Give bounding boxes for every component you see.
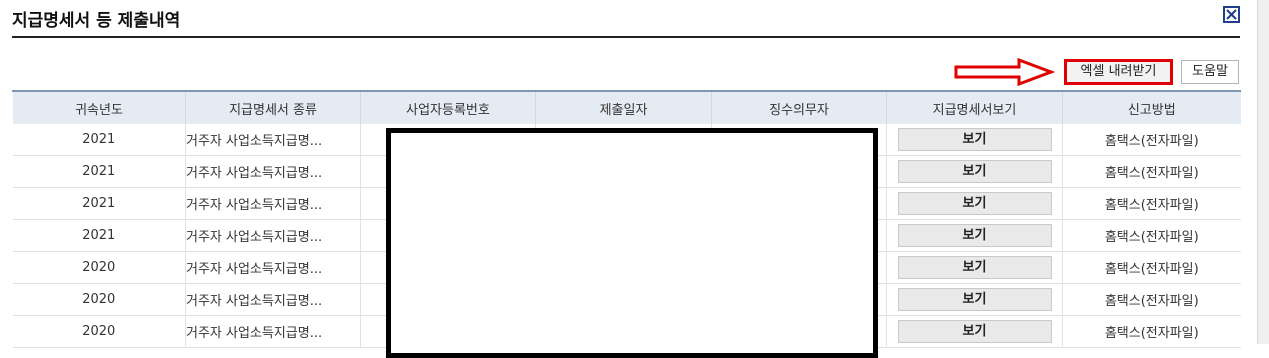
title-divider	[12, 36, 1240, 38]
col-header-bizno[interactable]: 사업자등록번호	[360, 90, 536, 124]
view-cell: 보기	[886, 283, 1063, 316]
view-cell: 보기	[886, 187, 1063, 220]
year-cell: 2020	[12, 315, 186, 348]
col-header-type[interactable]: 지급명세서 종류	[185, 90, 361, 124]
help-button[interactable]: 도움말	[1181, 60, 1239, 84]
method-cell: 홈택스(전자파일)	[1062, 155, 1241, 188]
method-cell: 홈택스(전자파일)	[1062, 187, 1241, 220]
view-button[interactable]: 보기	[897, 320, 1052, 343]
excel-download-button[interactable]: 엑셀 내려받기	[1064, 59, 1173, 85]
method-cell: 홈택스(전자파일)	[1062, 315, 1241, 348]
type-cell[interactable]: 거주자 사업소득지급명...	[185, 219, 361, 252]
close-icon[interactable]	[1223, 6, 1240, 23]
col-header-year[interactable]: 귀속년도	[12, 90, 186, 124]
view-cell: 보기	[886, 124, 1063, 156]
method-cell: 홈택스(전자파일)	[1062, 283, 1241, 316]
type-cell[interactable]: 거주자 사업소득지급명...	[185, 155, 361, 188]
type-cell[interactable]: 거주자 사업소득지급명...	[185, 187, 361, 220]
excel-download-label: 엑셀 내려받기	[1080, 64, 1157, 79]
col-header-view[interactable]: 지급명세서보기	[886, 90, 1063, 124]
year-cell: 2020	[12, 251, 186, 284]
view-cell: 보기	[886, 219, 1063, 252]
view-button[interactable]: 보기	[897, 192, 1052, 215]
view-button[interactable]: 보기	[897, 288, 1052, 311]
table-header-row: 귀속년도 지급명세서 종류 사업자등록번호 제출일자 징수의무자 지급명세서보기…	[12, 90, 1241, 124]
help-label: 도움말	[1192, 64, 1228, 79]
col-header-method[interactable]: 신고방법	[1062, 90, 1241, 124]
type-cell[interactable]: 거주자 사업소득지급명...	[185, 251, 361, 284]
view-cell: 보기	[886, 315, 1063, 348]
year-cell: 2021	[12, 155, 186, 188]
view-button[interactable]: 보기	[897, 160, 1052, 183]
type-cell[interactable]: 거주자 사업소득지급명...	[185, 124, 361, 156]
view-button[interactable]: 보기	[897, 224, 1052, 247]
year-cell: 2021	[12, 187, 186, 220]
method-cell: 홈택스(전자파일)	[1062, 251, 1241, 284]
method-cell: 홈택스(전자파일)	[1062, 124, 1241, 156]
year-cell: 2021	[12, 124, 186, 156]
type-cell[interactable]: 거주자 사업소득지급명...	[185, 283, 361, 316]
type-cell[interactable]: 거주자 사업소득지급명...	[185, 315, 361, 348]
view-button[interactable]: 보기	[897, 256, 1052, 279]
view-cell: 보기	[886, 251, 1063, 284]
col-header-date[interactable]: 제출일자	[535, 90, 712, 124]
method-cell: 홈택스(전자파일)	[1062, 219, 1241, 252]
window-edge-scrollbar[interactable]	[1257, 0, 1269, 344]
view-cell: 보기	[886, 155, 1063, 188]
col-header-withholder[interactable]: 징수의무자	[711, 90, 887, 124]
year-cell: 2021	[12, 219, 186, 252]
year-cell: 2020	[12, 283, 186, 316]
redaction-box	[386, 128, 878, 358]
arrow-right-icon	[954, 57, 1056, 87]
view-button[interactable]: 보기	[897, 128, 1052, 151]
page-title: 지급명세서 등 제출내역	[12, 11, 181, 31]
